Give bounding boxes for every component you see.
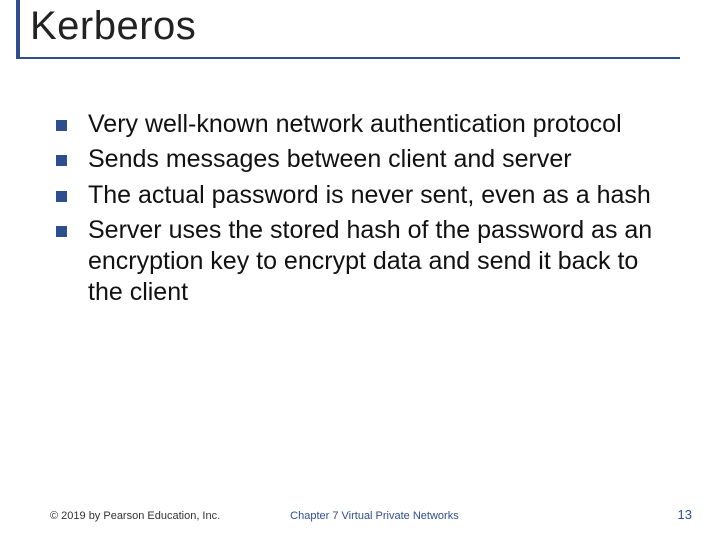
list-item: The actual password is never sent, even … [50, 180, 680, 211]
slide: Kerberos Very well-known network authent… [0, 0, 720, 540]
page-number: 13 [678, 507, 692, 522]
list-item: Server uses the stored hash of the passw… [50, 215, 680, 309]
slide-title: Kerberos [30, 4, 680, 49]
slide-body: Very well-known network authentication p… [0, 59, 720, 309]
list-item: Very well-known network authentication p… [50, 109, 680, 140]
copyright-text: © 2019 by Pearson Education, Inc. [50, 510, 220, 522]
chapter-label: Chapter 7 Virtual Private Networks [290, 510, 459, 522]
bullet-list: Very well-known network authentication p… [50, 109, 680, 309]
slide-footer: © 2019 by Pearson Education, Inc. Chapte… [0, 507, 720, 522]
list-item: Sends messages between client and server [50, 144, 680, 175]
title-rule: Kerberos [16, 0, 680, 59]
